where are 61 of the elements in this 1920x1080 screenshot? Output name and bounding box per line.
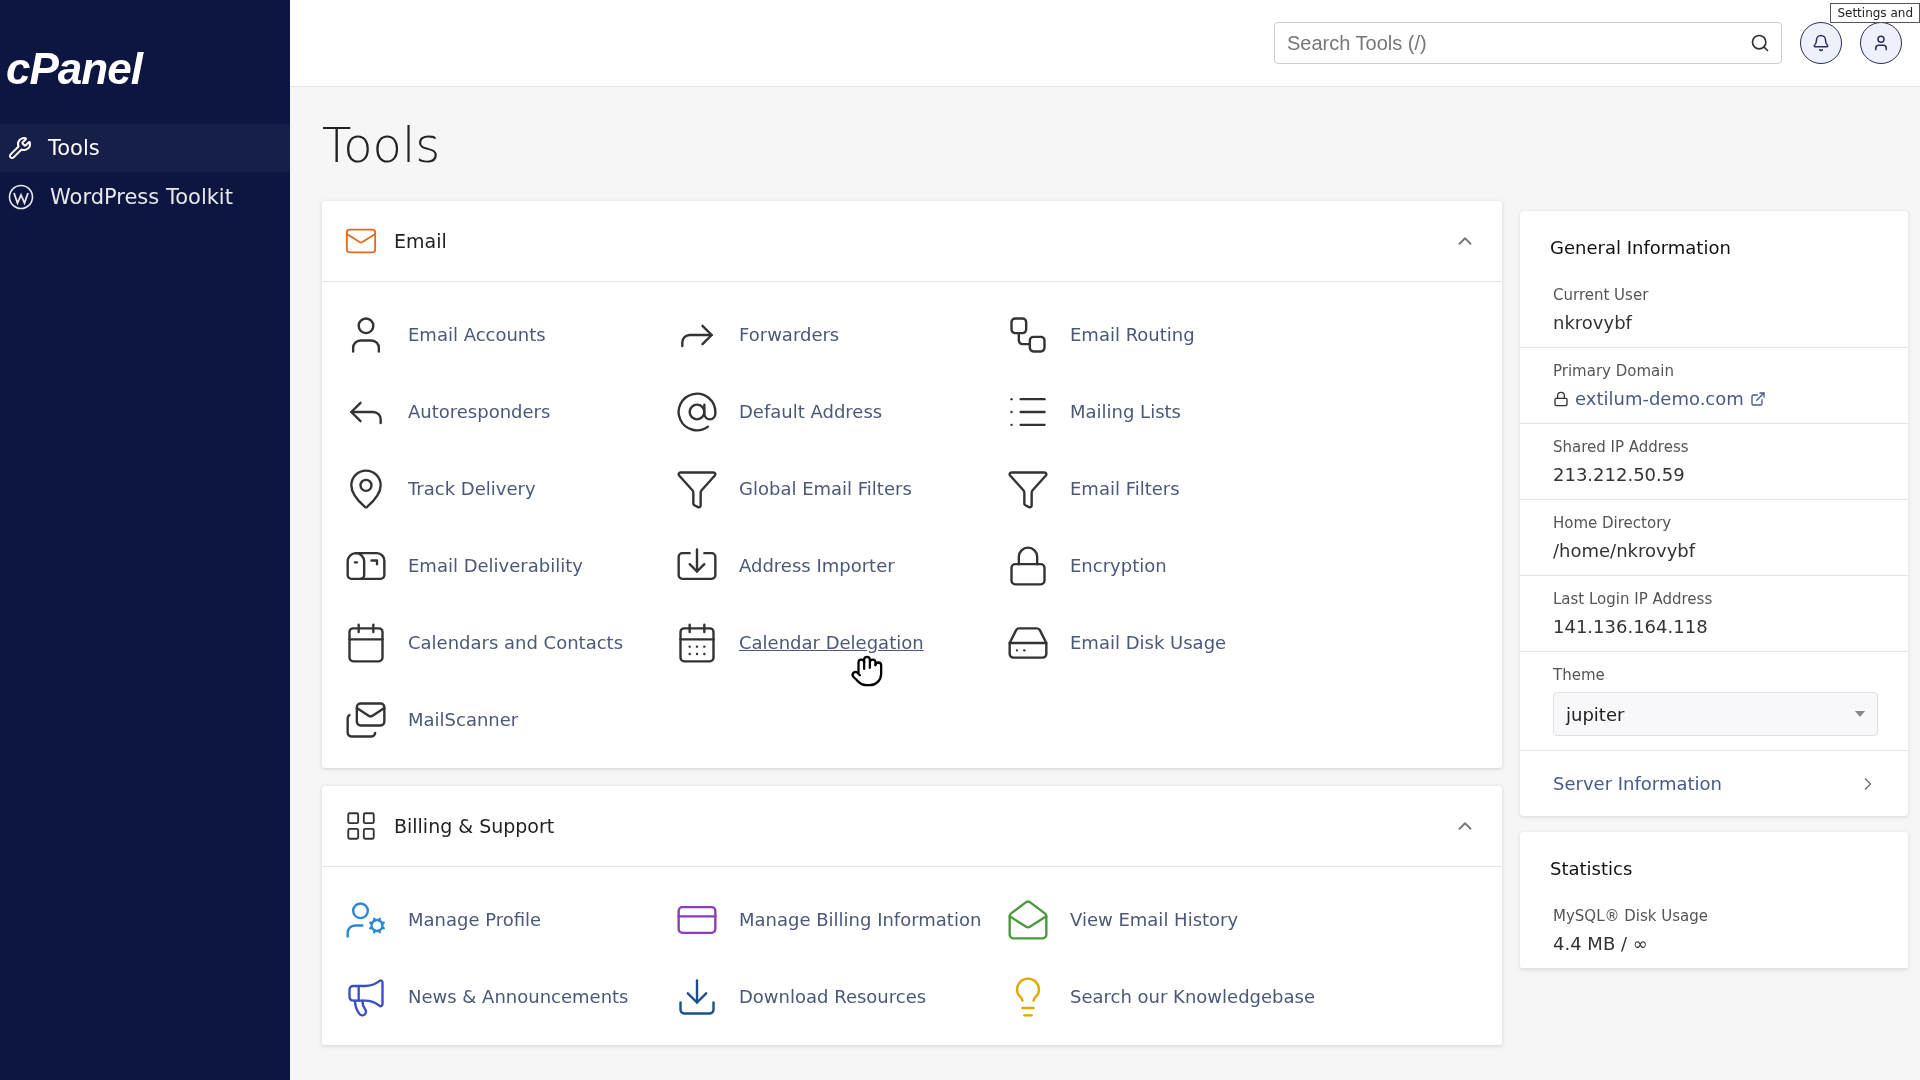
tool-link[interactable]: Track Delivery	[344, 450, 675, 527]
tool-link[interactable]: Address Importer	[675, 527, 1006, 604]
tool-link[interactable]: MailScanner	[344, 681, 675, 758]
hand-cursor-icon	[850, 654, 884, 688]
panel-title: Statistics	[1549, 857, 1634, 881]
field-label: Shared IP Address	[1553, 438, 1690, 456]
cpanel-logo: cPanel	[5, 44, 145, 95]
circled-w-icon	[8, 184, 34, 210]
tool-link[interactable]: Email Disk Usage	[1006, 604, 1337, 681]
tool-link[interactable]: Default Address	[675, 373, 1006, 450]
sidebar-item[interactable]: WordPress Toolkit	[0, 172, 290, 222]
field-value: 141.136.164.118	[1553, 616, 1709, 637]
tool-link[interactable]: Manage Profile	[344, 881, 675, 958]
open-envelope-icon	[1006, 897, 1050, 942]
field-value: /home/nkrovybf	[1553, 540, 1697, 561]
lock-icon	[1553, 390, 1569, 407]
sidebar-item[interactable]: Tools	[0, 124, 290, 172]
tool-link[interactable]: Calendar Delegation	[675, 604, 1006, 681]
theme-select[interactable]: jupiter	[1553, 692, 1878, 736]
tool-link[interactable]: Mailing Lists	[1006, 373, 1337, 450]
section-title: Email	[394, 230, 448, 252]
tool-link[interactable]: Manage Billing Information	[675, 881, 1006, 958]
search-field[interactable]: Search Tools (/)	[1274, 22, 1782, 64]
field-label: Theme	[1553, 666, 1606, 684]
tool-link[interactable]: Encryption	[1006, 527, 1337, 604]
grid-icon	[344, 809, 378, 843]
wrench-icon	[8, 136, 32, 160]
section-title: Billing & Support	[394, 815, 556, 837]
user-icon	[1872, 34, 1890, 52]
tool-link[interactable]: Download Resources	[675, 958, 1006, 1035]
domain-link[interactable]: extilum-demo.com	[1553, 388, 1878, 409]
field-label: Primary Domain	[1553, 362, 1675, 380]
field-label: Home Directory	[1553, 514, 1673, 532]
notifications-button[interactable]	[1800, 22, 1842, 64]
page-title: Tools	[322, 117, 442, 173]
tool-link[interactable]: Email Accounts	[344, 296, 675, 373]
search-icon	[1750, 33, 1770, 53]
tool-link[interactable]: Email Routing	[1006, 296, 1337, 373]
tool-link[interactable]: News & Announcements	[344, 958, 675, 1035]
field-value: nkrovybf	[1553, 312, 1634, 333]
tool-link[interactable]: View Email History	[1006, 881, 1337, 958]
tool-link[interactable]: Calendars and Contacts	[344, 604, 675, 681]
field-label: MySQL® Disk Usage	[1553, 907, 1709, 925]
server-information-link[interactable]: Server Information	[1520, 751, 1908, 816]
tool-link[interactable]: Email Deliverability	[344, 527, 675, 604]
tool-link[interactable]: Search our Knowledgebase	[1006, 958, 1337, 1035]
external-link-icon	[1749, 390, 1766, 407]
panel-title: General Information	[1549, 236, 1732, 260]
tool-link[interactable]: Global Email Filters	[675, 450, 1006, 527]
dropdown-caret-icon	[1855, 711, 1865, 717]
field-label: Current User	[1553, 286, 1650, 304]
bell-icon	[1812, 34, 1830, 52]
tool-link[interactable]: Autoresponders	[344, 373, 675, 450]
tooltip: Settings and	[1830, 3, 1920, 23]
field-value: 4.4 MB / ∞	[1553, 933, 1649, 954]
field-label: Last Login IP Address	[1553, 590, 1714, 608]
tool-link[interactable]: Forwarders	[675, 296, 1006, 373]
tool-link[interactable]: Email Filters	[1006, 450, 1337, 527]
field-value: 213.212.50.59	[1553, 464, 1686, 485]
at-sign-icon	[675, 389, 719, 434]
user-menu-button[interactable]	[1860, 22, 1902, 64]
